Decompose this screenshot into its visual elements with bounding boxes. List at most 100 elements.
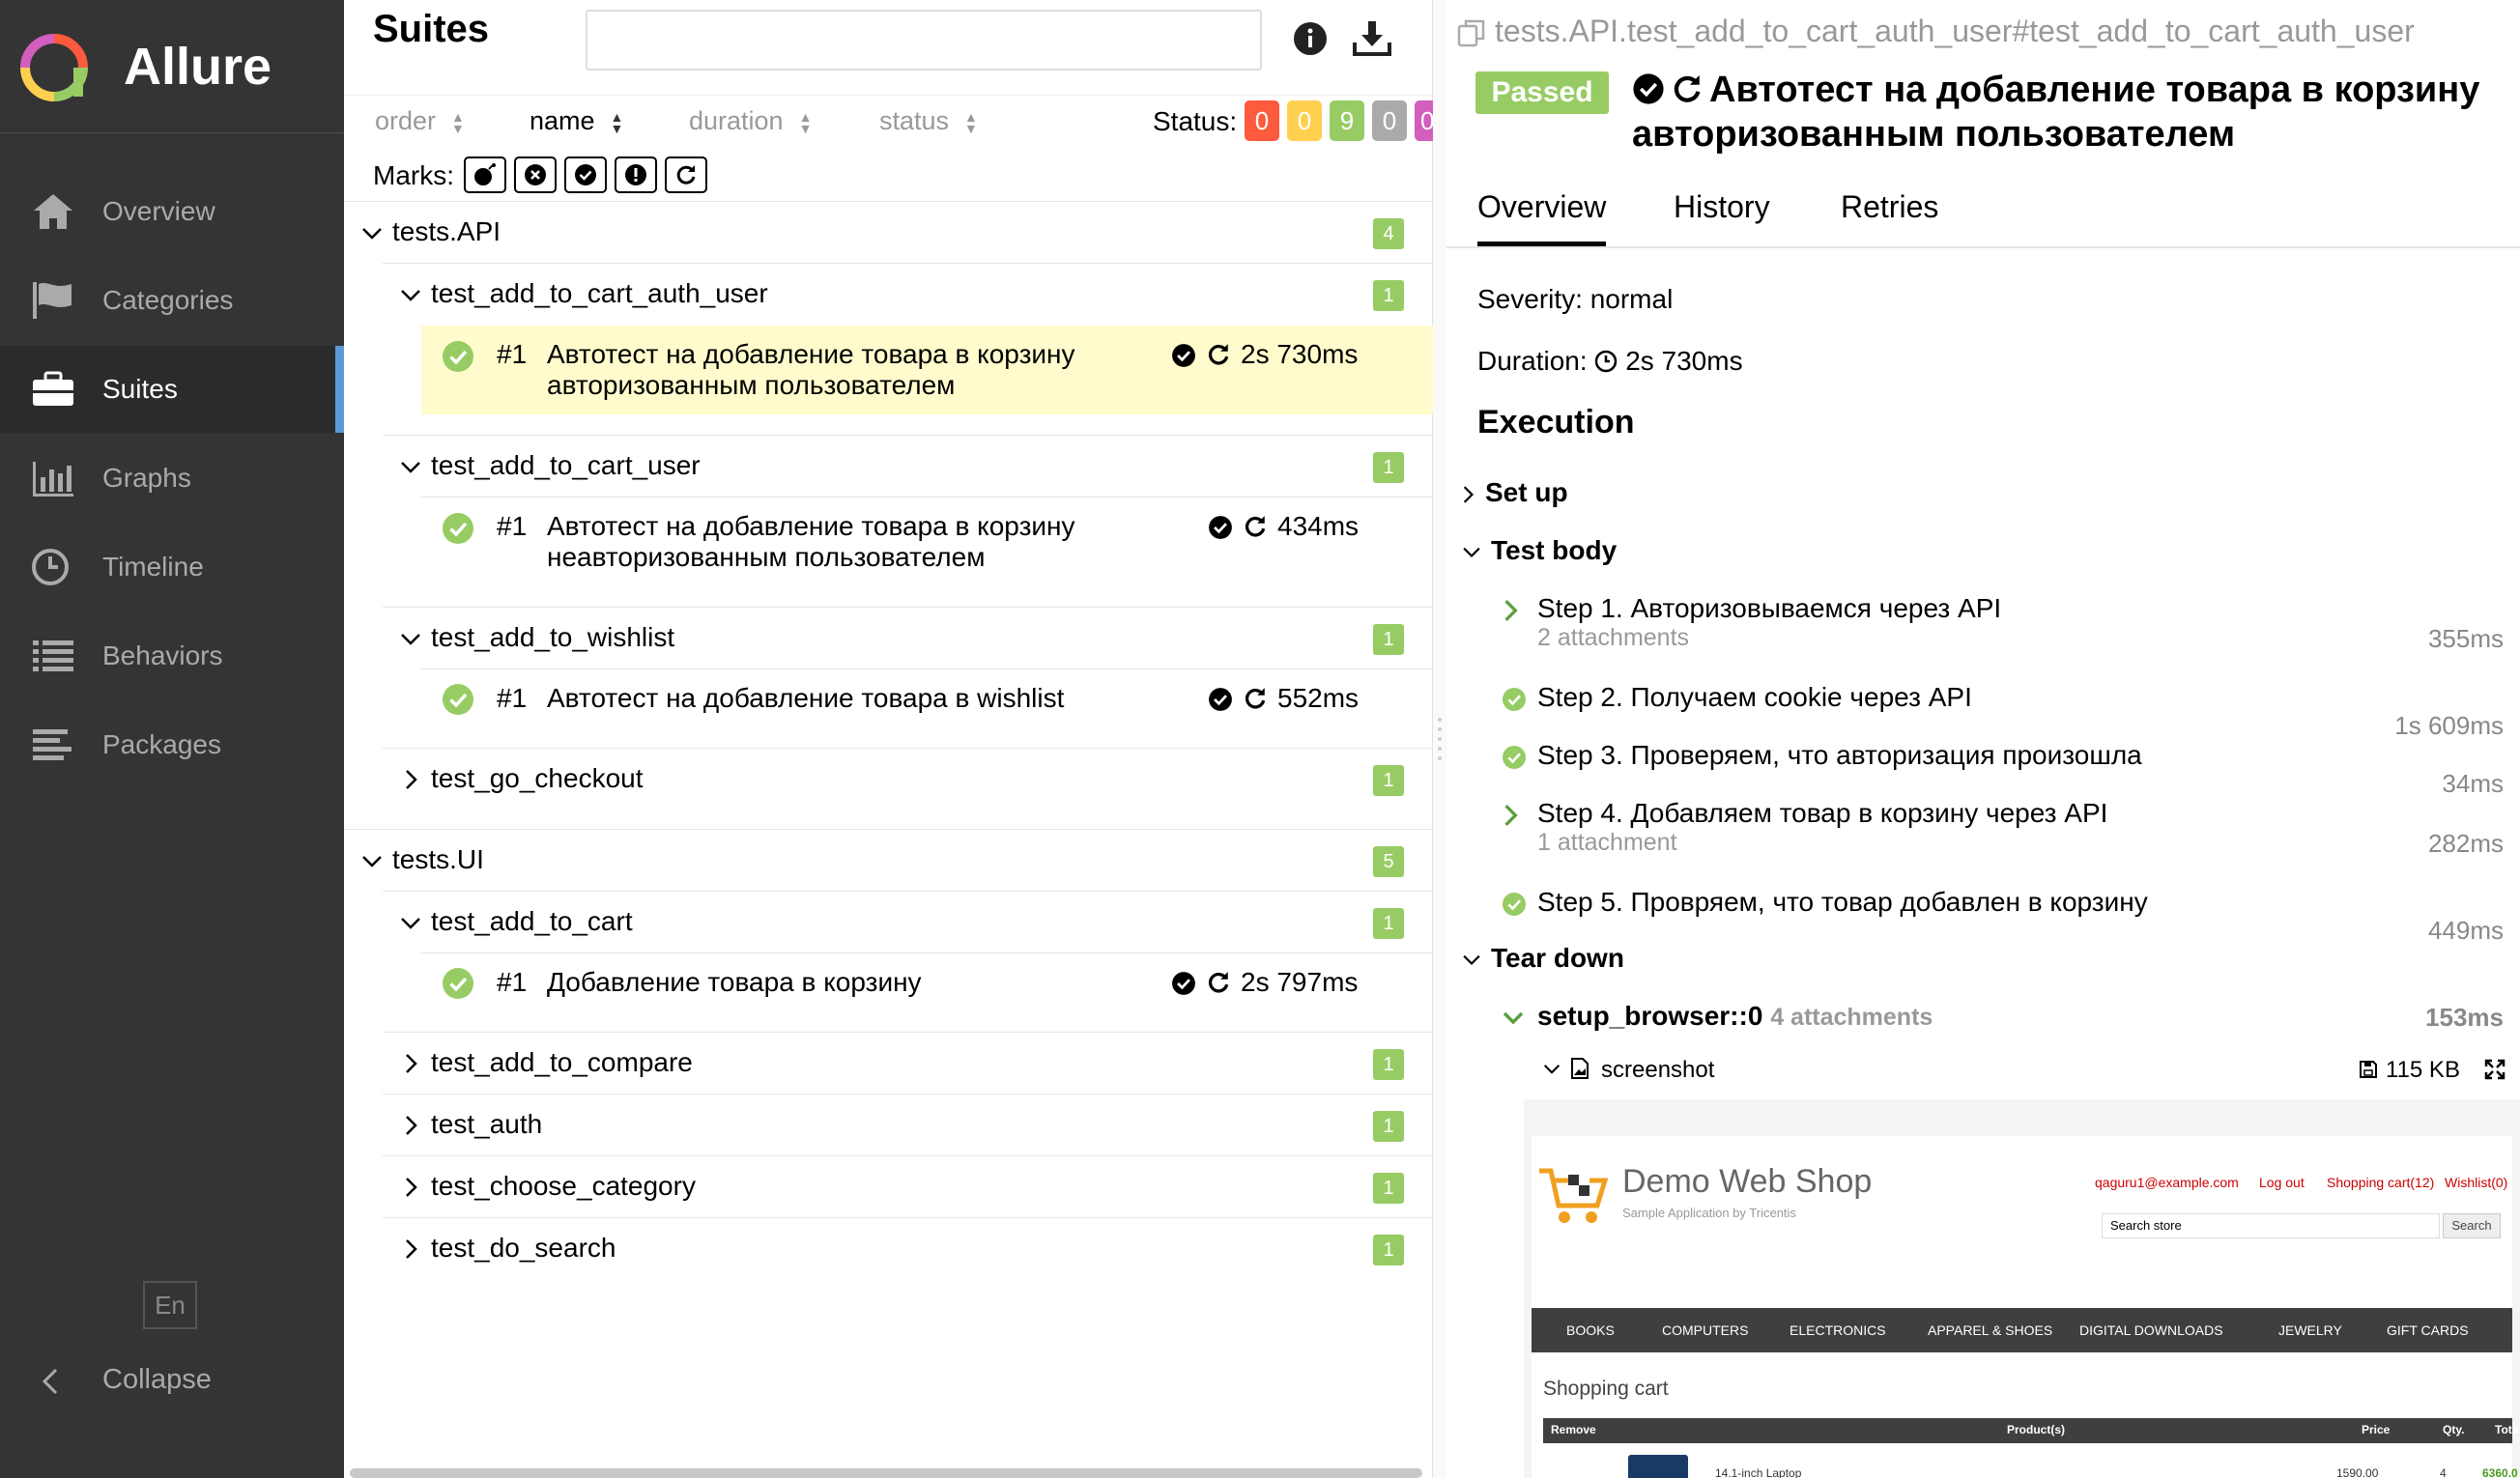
severity: Severity: normal [1477, 284, 1674, 314]
language-switch[interactable]: En [143, 1281, 197, 1329]
test-name-line2: авторизованным пользователем [547, 370, 956, 400]
tab-retries[interactable]: Retries [1841, 189, 1938, 225]
demo-col: Remove [1551, 1423, 1596, 1436]
step-duration: 1s 609ms [2394, 711, 2504, 740]
collapse-button[interactable]: Collapse [0, 1352, 344, 1410]
sort-name[interactable]: name ▲ ▼ [530, 106, 623, 136]
chevron-down-icon [1463, 954, 1480, 965]
count-badge: 1 [1373, 1173, 1404, 1204]
test-name: Добавление товара в корзину [547, 967, 922, 997]
count-badge: 1 [1373, 908, 1404, 939]
step-row[interactable]: Step 2. Получаем cookie через API 1s 609… [1503, 682, 2507, 742]
copy-icon[interactable] [1456, 17, 1487, 48]
demo-table-header: Remove Product(s) Price Qty. Tota [1543, 1418, 2518, 1443]
divider [344, 95, 1433, 96]
chevron-down-icon [401, 634, 420, 645]
demo-link: Shopping cart(12) [2327, 1175, 2435, 1190]
chevron-right-icon [1504, 805, 1518, 826]
sort-order[interactable]: order ▲ ▼ [375, 106, 465, 136]
attachment-row[interactable]: screenshot 115 KB [1543, 1053, 2509, 1092]
attachment-size: 115 KB [2386, 1057, 2460, 1083]
mark-new-broken-toggle[interactable] [615, 156, 657, 193]
sort-arrows-icon: ▲ ▼ [964, 108, 978, 136]
refresh-icon [1208, 344, 1229, 365]
sidebar-item-packages[interactable]: Packages [0, 701, 344, 788]
suite-name: tests.UI [392, 844, 484, 874]
info-icon[interactable] [1293, 21, 1328, 56]
suite-test-auth[interactable]: test_auth 1 [383, 1095, 1433, 1155]
suite-name: test_add_to_wishlist [431, 622, 675, 652]
sidebar-item-overview[interactable]: Overview [0, 168, 344, 255]
demo-menu: BOOKS COMPUTERS ELECTRONICS APPAREL & SH… [1532, 1308, 2512, 1352]
sidebar-item-behaviors[interactable]: Behaviors [0, 612, 344, 699]
status-unknown-toggle[interactable]: 0 [1415, 100, 1434, 141]
sort-status[interactable]: status ▲ ▼ [879, 106, 978, 136]
step-row[interactable]: Step 5. Провряем, что товар добавлен в к… [1503, 887, 2507, 947]
test-case-row[interactable]: #1 Добавление товара в корзину 2s 797ms [421, 953, 1433, 1013]
sidebar-item-categories[interactable]: Categories [0, 257, 344, 344]
search-input[interactable] [586, 10, 1262, 71]
mark-retries-toggle[interactable] [665, 156, 707, 193]
suite-test-choose-category[interactable]: test_choose_category 1 [383, 1157, 1433, 1217]
step-name: Step 2. Получаем cookie через API [1537, 682, 1972, 712]
demo-menu-item: GIFT CARDS [2387, 1322, 2469, 1338]
pane-splitter[interactable] [1433, 0, 1446, 1478]
times-circle-icon [525, 164, 546, 185]
sort-duration[interactable]: duration ▲ ▼ [689, 106, 812, 136]
divider [383, 891, 1433, 892]
sidebar-item-suites[interactable]: Suites [0, 346, 344, 433]
teardown-section[interactable]: Tear down [1462, 943, 1624, 974]
suite-test-add-to-cart[interactable]: test_add_to_cart 1 [383, 893, 1433, 952]
count-badge: 1 [1373, 452, 1404, 483]
allure-logo-icon [20, 34, 88, 101]
status-broken-toggle[interactable]: 0 [1287, 100, 1322, 141]
test-duration: 2s 730ms [1241, 339, 1359, 369]
horizontal-scrollbar[interactable] [350, 1468, 1422, 1478]
suites-pane: Suites order ▲ ▼ name ▲ ▼ duration ▲ ▼ status ▲… [344, 0, 1434, 1478]
demo-menu-item: DIGITAL DOWNLOADS [2079, 1322, 2223, 1338]
refresh-icon [1208, 972, 1229, 993]
test-case-row[interactable]: #1 Автотест на добавление товара в wishl… [421, 669, 1433, 729]
suite-test-add-to-compare[interactable]: test_add_to_compare 1 [383, 1034, 1433, 1094]
expand-icon[interactable] [2484, 1059, 2506, 1080]
tab-history[interactable]: History [1674, 189, 1770, 225]
demo-price: 1590.00 [2336, 1466, 2379, 1478]
step-row[interactable]: Step 1. Авторизовываемся через API 2 att… [1503, 593, 2507, 653]
suite-group-ui[interactable]: tests.UI 5 [344, 831, 1433, 891]
mark-new-failed-toggle[interactable] [514, 156, 557, 193]
attachment-name: screenshot [1601, 1057, 1715, 1083]
teardown-step-row[interactable]: setup_browser::0 4 attachments 153ms [1503, 1001, 2507, 1039]
count-badge: 4 [1373, 218, 1404, 249]
status-passed-toggle[interactable]: 9 [1330, 100, 1364, 141]
suite-test-do-search[interactable]: test_do_search 1 [383, 1219, 1433, 1279]
suite-test-add-to-wishlist[interactable]: test_add_to_wishlist 1 [383, 609, 1433, 668]
test-body-section[interactable]: Test body [1462, 535, 1617, 566]
demo-qty: 4 [2440, 1466, 2447, 1478]
brand[interactable]: Allure [0, 0, 344, 133]
status-skipped-toggle[interactable]: 0 [1372, 100, 1407, 141]
status-failed-toggle[interactable]: 0 [1245, 100, 1279, 141]
sidebar-item-timeline[interactable]: Timeline [0, 524, 344, 611]
suite-name: test_add_to_cart_user [431, 450, 701, 480]
test-case-row[interactable]: #1 Автотест на добавление товара в корзи… [421, 326, 1433, 414]
download-icon[interactable] [1353, 19, 1391, 56]
test-duration: 434ms [1277, 511, 1360, 541]
step-row[interactable]: Step 4. Добавляем товар в корзину через … [1503, 798, 2507, 858]
step-row[interactable]: Step 3. Проверяем, что авторизация произ… [1503, 740, 2507, 800]
divider [383, 435, 1433, 436]
test-duration: 552ms [1277, 683, 1360, 713]
step-attachments: 1 attachment [1537, 829, 1677, 856]
mark-new-passed-toggle[interactable] [564, 156, 607, 193]
setup-section[interactable]: Set up [1462, 477, 1568, 508]
suite-test-add-to-cart-auth-user[interactable]: test_add_to_cart_auth_user 1 [383, 265, 1433, 325]
suite-group-api[interactable]: tests.API 4 [344, 203, 1433, 263]
step-duration: 355ms [2427, 624, 2504, 653]
test-case-row[interactable]: #1 Автотест на добавление товара в корзи… [421, 497, 1433, 586]
suite-test-add-to-cart-user[interactable]: test_add_to_cart_user 1 [383, 437, 1433, 497]
chevron-down-icon [401, 918, 420, 929]
suite-test-go-checkout[interactable]: test_go_checkout 1 [383, 750, 1433, 810]
chevron-right-icon [1504, 600, 1518, 621]
sidebar-item-graphs[interactable]: Graphs [0, 435, 344, 522]
mark-flaky-toggle[interactable] [464, 156, 506, 193]
tab-overview[interactable]: Overview [1477, 189, 1607, 247]
